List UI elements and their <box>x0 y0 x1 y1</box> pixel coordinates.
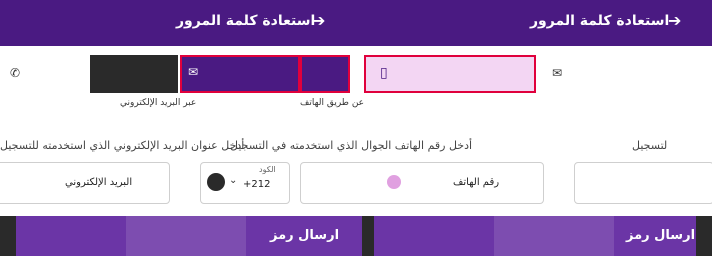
tab-email-label: عبر البريد الإلكتروني <box>120 98 197 108</box>
tab-email[interactable]: ✉ <box>180 55 300 93</box>
send-code-button-2[interactable]: ارسال رمز <box>374 216 696 256</box>
tab-phone-label: عن طريق الهاتف <box>300 98 365 108</box>
button-shade <box>126 216 246 256</box>
country-code-select[interactable]: ⌄ الكود +212 <box>200 162 290 204</box>
header-title-right: استعادة كلمة المرور <box>530 13 670 29</box>
tab-email-dark[interactable] <box>90 55 178 93</box>
instruction-phone: أدخل رقم الهاتف الجوال الذي استخدمته في … <box>230 139 473 152</box>
chevron-down-icon: ⌄ <box>229 175 238 186</box>
email-field-label: البريد الإلكتروني <box>65 177 133 188</box>
send-code-button[interactable]: ارسال رمز <box>16 216 362 256</box>
flag-icon <box>207 173 225 191</box>
country-code-value: +212 <box>243 179 271 190</box>
phone-field-right[interactable] <box>574 162 712 204</box>
mail-icon: ✉ <box>188 65 199 79</box>
send-code-label-2: ارسال رمز <box>626 228 696 243</box>
back-arrow-icon[interactable]: ➔ <box>312 11 325 30</box>
button-edge-right <box>696 216 712 256</box>
phone-icon: ✆ <box>10 66 21 80</box>
button-gap <box>362 216 374 256</box>
button-edge-left <box>0 216 16 256</box>
header-title: استعادة كلمة المرور <box>176 13 316 29</box>
country-code-caption: الكود <box>259 165 276 174</box>
instruction-right: لتسجيل <box>632 139 668 152</box>
phone-icon: ▯ <box>380 65 388 81</box>
instruction-email: أدخل عنوان البريد الإلكتروني الذي استخدم… <box>0 139 245 152</box>
radio-icon <box>387 175 401 189</box>
phone-field-label: رقم الهاتف <box>453 177 500 188</box>
tab-gap <box>350 55 364 93</box>
tab-phone-pink[interactable]: ▯ <box>364 55 536 93</box>
button-shade <box>494 216 614 256</box>
send-code-label: ارسال رمز <box>270 228 340 243</box>
phone-field[interactable]: رقم الهاتف <box>300 162 544 204</box>
email-field[interactable]: البريد الإلكتروني <box>0 162 170 204</box>
mail-icon: ✉ <box>552 66 563 80</box>
tab-phone[interactable] <box>300 55 350 93</box>
back-arrow-icon-right[interactable]: ➔ <box>668 11 681 30</box>
